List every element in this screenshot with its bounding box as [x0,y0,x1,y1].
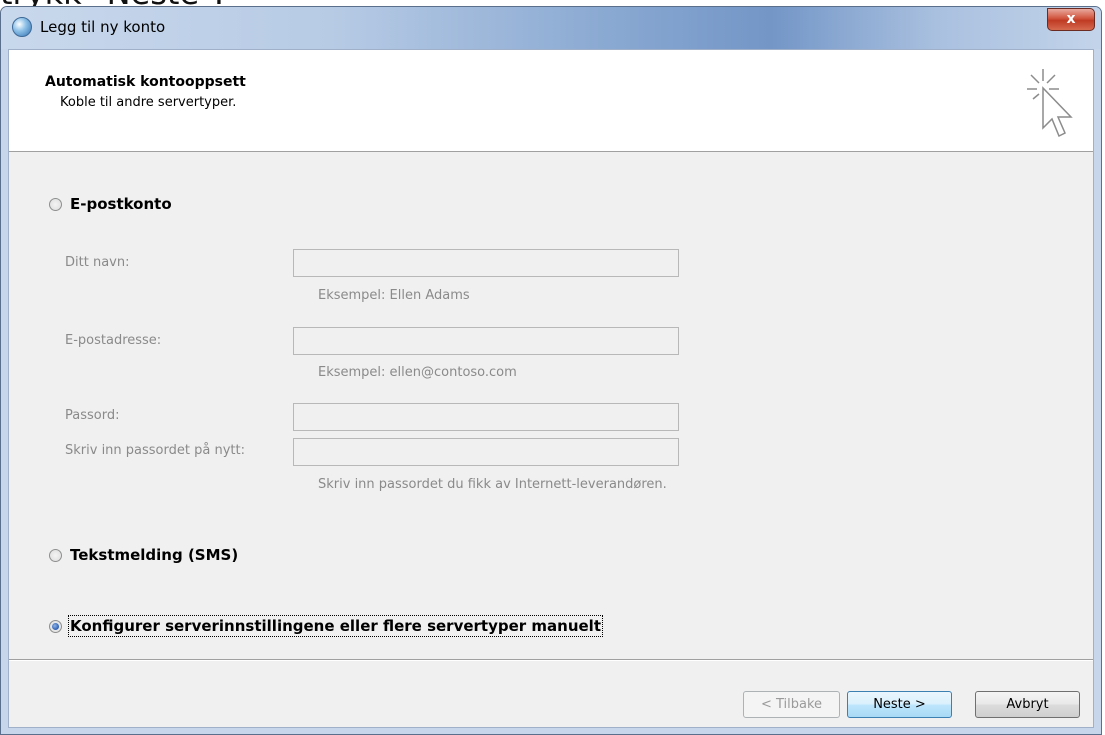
radio-manual-config[interactable] [49,619,62,633]
page-subtitle: Koble til andre servertyper. [60,95,237,110]
option-email-account[interactable]: E-postkonto [49,195,172,213]
radio-email-account[interactable] [49,197,62,211]
radio-sms[interactable] [49,548,62,562]
cancel-button[interactable]: Avbryt [975,691,1080,718]
cursor-click-icon [1027,69,1073,138]
password-label: Passord: [65,408,120,423]
title-bar[interactable]: Legg til ny konto x [1,7,1101,49]
close-icon: x [1066,11,1076,27]
outlook-app-icon [12,17,32,37]
password-field[interactable] [293,403,679,431]
name-hint: Eksempel: Ellen Adams [318,288,470,303]
name-field[interactable] [293,249,679,277]
next-button[interactable]: Neste > [847,691,952,718]
name-label: Ditt navn: [65,255,130,270]
wizard-header: Automatisk kontooppsett Koble til andre … [9,50,1093,152]
window-title: Legg til ny konto [40,18,166,36]
option-sms[interactable]: Tekstmelding (SMS) [49,546,238,564]
option-manual-config-label: Konfigurer serverinnstillingene eller fl… [68,615,603,637]
password-hint: Skriv inn passordet du fikk av Internett… [318,477,667,492]
email-label: E-postadresse: [65,333,162,348]
add-account-dialog: Legg til ny konto x Automatisk kontoopps… [0,6,1102,735]
dialog-client-area: Automatisk kontooppsett Koble til andre … [8,49,1094,728]
password-confirm-label: Skriv inn passordet på nytt: [65,443,245,458]
option-sms-label: Tekstmelding (SMS) [70,546,239,564]
screen: trykk "Neste". Legg til ny konto x Autom… [0,0,1105,735]
back-button[interactable]: < Tilbake [743,691,840,718]
email-hint: Eksempel: ellen@contoso.com [318,365,517,380]
footer-divider [9,659,1093,661]
close-button[interactable]: x [1047,8,1095,31]
option-email-account-label: E-postkonto [70,195,172,213]
email-field[interactable] [293,327,679,355]
option-manual-config[interactable]: Konfigurer serverinnstillingene eller fl… [49,615,603,637]
page-title: Automatisk kontooppsett [45,74,246,90]
password-confirm-field[interactable] [293,438,679,466]
